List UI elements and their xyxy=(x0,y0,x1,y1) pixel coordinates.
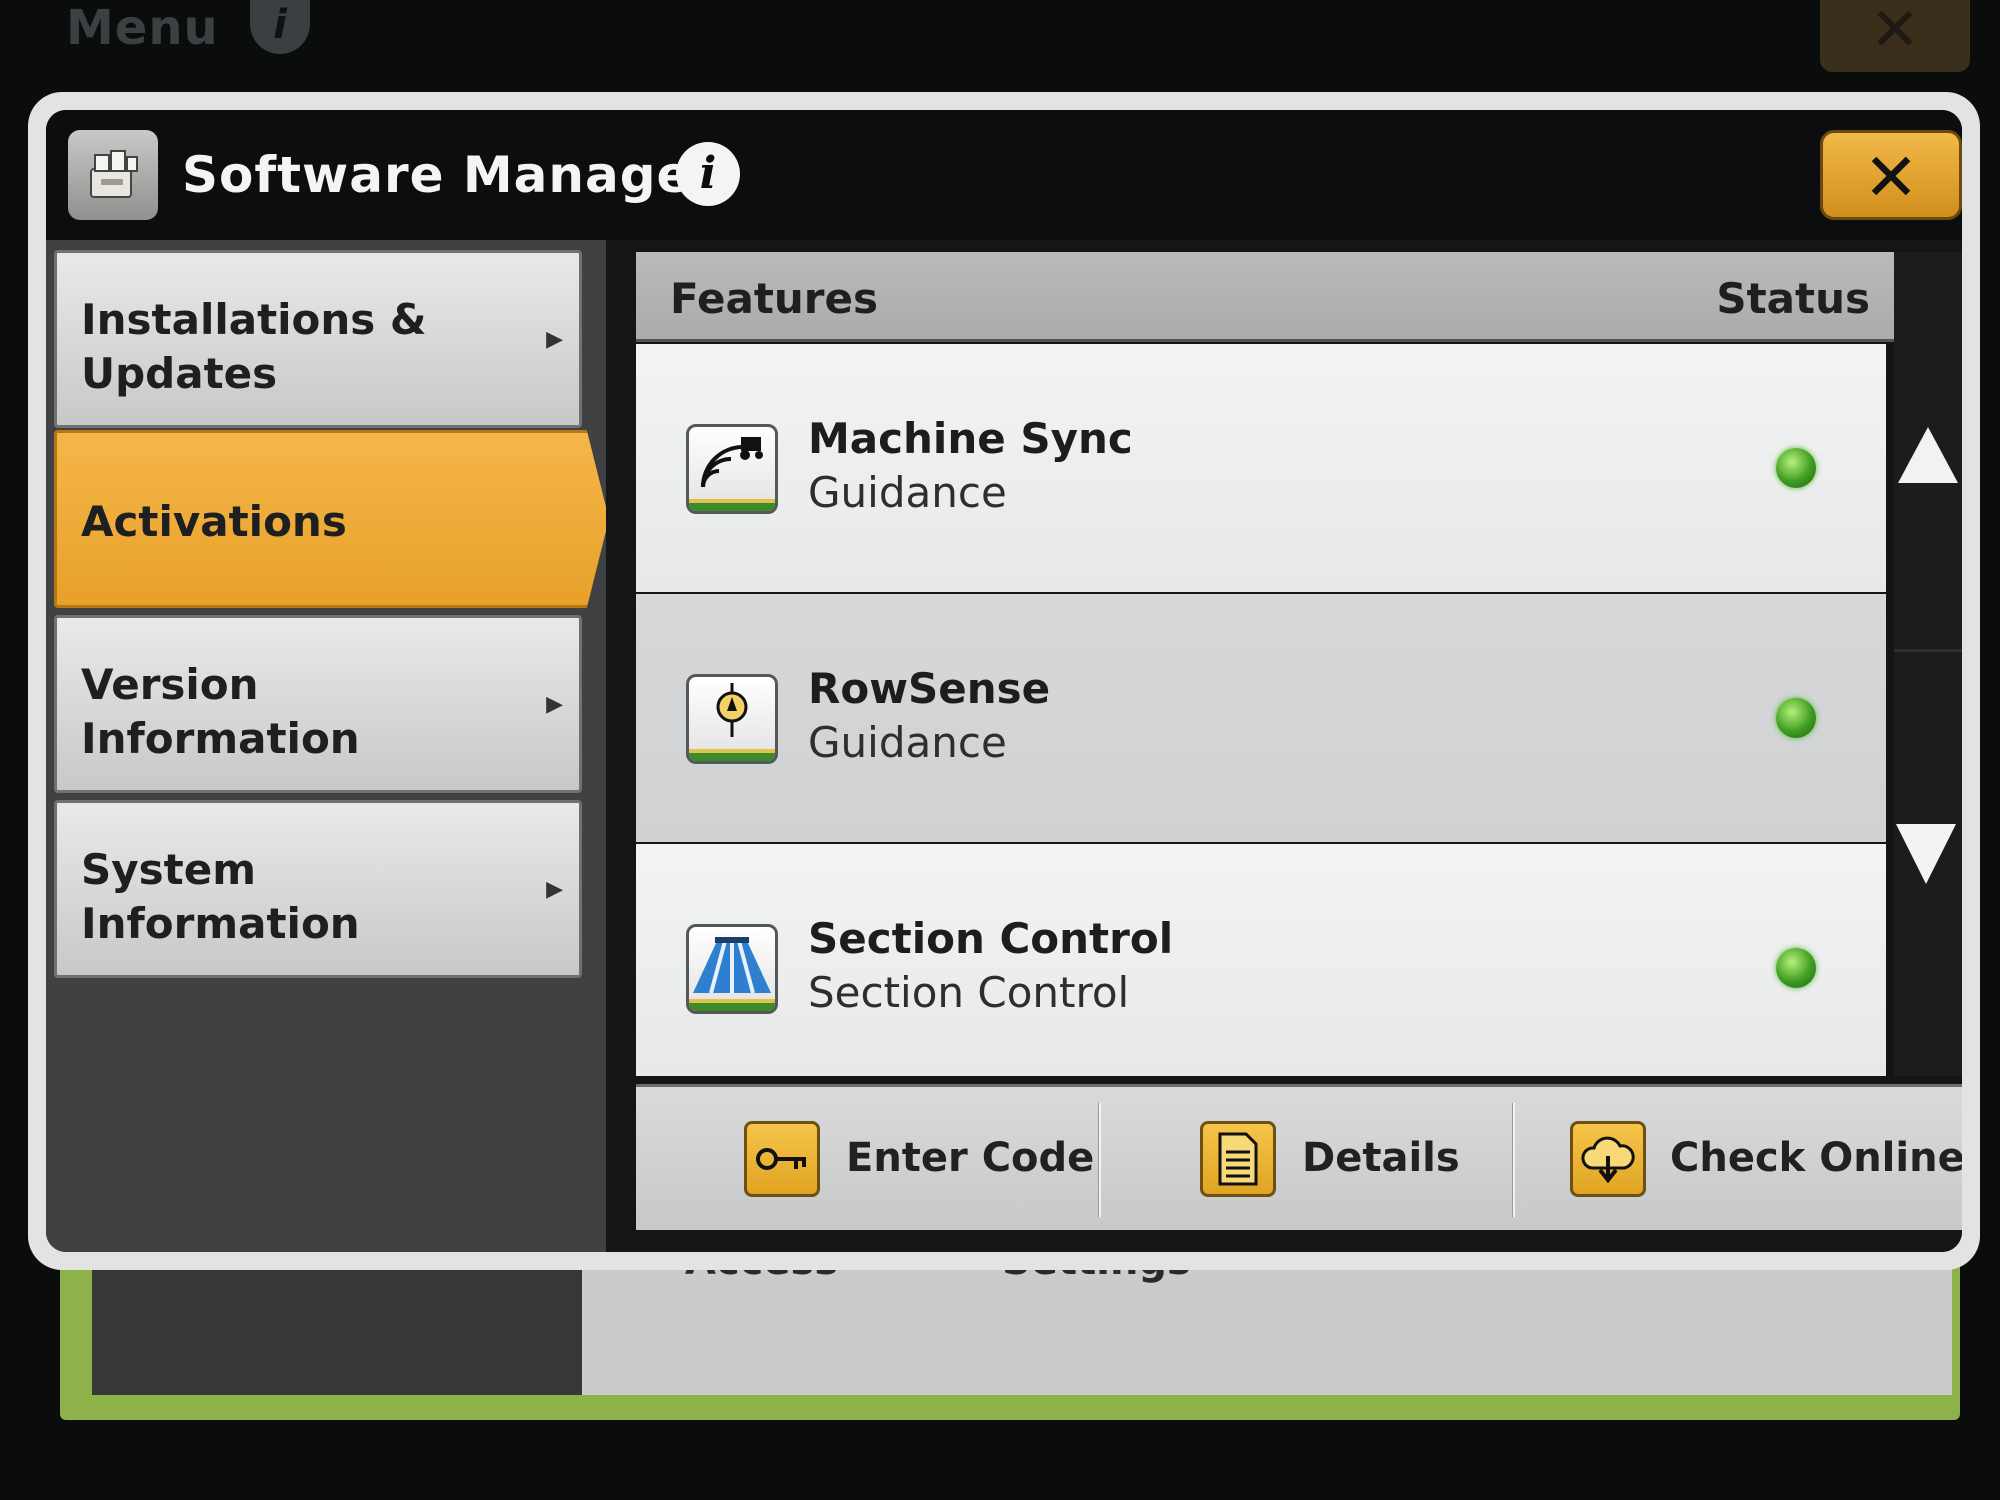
software-manager-icon xyxy=(68,130,158,220)
close-button[interactable]: ✕ xyxy=(1820,130,1962,220)
machine-sync-icon xyxy=(686,424,778,514)
key-icon xyxy=(744,1121,820,1197)
check-online-button[interactable]: Check Online xyxy=(1514,1087,1962,1233)
scroll-down-button[interactable] xyxy=(1894,654,1962,1074)
document-icon xyxy=(1200,1121,1276,1197)
feature-type: Guidance xyxy=(808,468,1007,517)
status-indicator-active xyxy=(1776,698,1816,738)
status-indicator-active xyxy=(1776,948,1816,988)
details-button[interactable]: Details xyxy=(1100,1087,1510,1233)
chevron-right-icon: ▶ xyxy=(546,877,563,902)
feature-name: RowSense xyxy=(808,664,1051,713)
nav-item-installations-updates[interactable]: Installations & Updates ▶ xyxy=(54,250,582,428)
nav-item-label: Installations & Updates xyxy=(81,295,427,398)
nav-item-system-information[interactable]: System Information ▶ xyxy=(54,800,582,978)
page-title: Software Manager xyxy=(182,146,718,204)
check-online-label: Check Online xyxy=(1670,1135,1962,1181)
nav-item-activations[interactable]: Activations xyxy=(54,430,609,608)
title-bar: Software Manager i ✕ xyxy=(46,110,1962,240)
scroll-up-button[interactable] xyxy=(1894,252,1962,652)
info-icon[interactable]: i xyxy=(676,142,740,206)
arrow-down-icon xyxy=(1896,824,1956,884)
background-info-icon: i xyxy=(250,0,310,54)
chevron-right-icon: ▶ xyxy=(546,327,563,352)
background-close-icon: ✕ xyxy=(1820,0,1970,72)
background-menu-label: Menu xyxy=(66,0,219,56)
section-control-icon xyxy=(686,924,778,1014)
feature-type: Section Control xyxy=(808,968,1130,1017)
chevron-right-icon: ▶ xyxy=(546,692,563,717)
feature-row-rowsense[interactable]: RowSense Guidance xyxy=(636,594,1886,842)
software-manager-dialog: Software Manager i ✕ Installations & Upd… xyxy=(28,92,1980,1270)
left-navigation: Installations & Updates ▶ Activations Ve… xyxy=(46,240,609,1252)
table-header: Features Status xyxy=(636,252,1894,342)
status-indicator-active xyxy=(1776,448,1816,488)
scroll-controls xyxy=(1894,252,1962,1076)
arrow-up-icon xyxy=(1898,427,1958,483)
column-header-features: Features xyxy=(670,274,878,323)
enter-code-button[interactable]: Enter Code xyxy=(636,1087,1096,1233)
nav-item-version-information[interactable]: Version Information ▶ xyxy=(54,615,582,793)
feature-name: Machine Sync xyxy=(808,414,1133,463)
column-header-status: Status xyxy=(1716,274,1870,323)
feature-row-section-control[interactable]: Section Control Section Control xyxy=(636,844,1886,1076)
rowsense-icon xyxy=(686,674,778,764)
features-panel: Features Status Machine Sync Guidance Ro… xyxy=(606,240,1962,1252)
feature-row-machine-sync[interactable]: Machine Sync Guidance xyxy=(636,344,1886,592)
details-label: Details xyxy=(1302,1135,1460,1181)
background-bottom-dark xyxy=(92,1250,582,1395)
cloud-download-icon xyxy=(1570,1121,1646,1197)
feature-name: Section Control xyxy=(808,914,1174,963)
feature-type: Guidance xyxy=(808,718,1007,767)
nav-item-label: Version Information xyxy=(81,660,360,763)
nav-item-label: Activations xyxy=(81,497,347,546)
dialog-body: Software Manager i ✕ Installations & Upd… xyxy=(46,110,1962,1252)
footer-toolbar: Enter Code Details Check Online xyxy=(636,1084,1962,1230)
enter-code-label: Enter Code xyxy=(846,1135,1095,1181)
nav-item-label: System Information xyxy=(81,845,360,948)
